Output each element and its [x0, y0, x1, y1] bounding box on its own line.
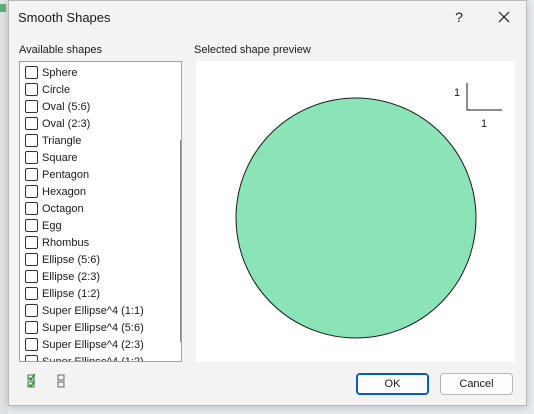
- available-shapes-label: Available shapes: [19, 44, 102, 56]
- scale-x-label: 1: [481, 118, 487, 130]
- help-button[interactable]: ?: [439, 1, 479, 33]
- shape-label: Ellipse (2:3): [42, 270, 101, 283]
- scale-y-label: 1: [454, 87, 460, 99]
- shape-checkbox[interactable]: [25, 83, 38, 96]
- shape-checkbox[interactable]: [25, 134, 38, 147]
- shape-checkbox[interactable]: [25, 338, 38, 351]
- shape-label: Super Ellipse^4 (1:1): [42, 304, 144, 317]
- shape-checkbox[interactable]: [25, 219, 38, 232]
- shape-list-item[interactable]: Ellipse (5:6): [25, 251, 165, 268]
- shape-label: Sphere: [42, 66, 78, 79]
- shape-list-item[interactable]: Super Ellipse^4 (5:6): [25, 319, 165, 336]
- title-bar[interactable]: Smooth Shapes ?: [9, 1, 526, 33]
- shape-label: Circle: [42, 83, 71, 96]
- shape-label: Hexagon: [42, 185, 87, 198]
- scrollbar-thumb[interactable]: [180, 140, 181, 342]
- shape-list-item[interactable]: Circle: [25, 81, 165, 98]
- shape-list-item[interactable]: Hexagon: [25, 183, 165, 200]
- shape-list-item[interactable]: Square: [25, 149, 165, 166]
- shape-label: Triangle: [42, 134, 82, 147]
- shape-label: Egg: [42, 219, 62, 232]
- shape-list-item[interactable]: Rhombus: [25, 234, 165, 251]
- shape-label: Square: [42, 151, 78, 164]
- shape-checkbox[interactable]: [25, 66, 38, 79]
- shape-list-item[interactable]: Sphere: [25, 64, 165, 81]
- shape-checkbox[interactable]: [25, 168, 38, 181]
- shape-list-item[interactable]: Ellipse (2:3): [25, 268, 165, 285]
- shape-label: Oval (2:3): [42, 117, 91, 130]
- shape-label: Pentagon: [42, 168, 90, 181]
- shape-checkbox[interactable]: [25, 185, 38, 198]
- shape-list-item[interactable]: Super Ellipse^4 (1:2): [25, 353, 165, 362]
- shape-list-item[interactable]: Ellipse (1:2): [25, 285, 165, 302]
- shape-list-item[interactable]: Super Ellipse^4 (1:1): [25, 302, 165, 319]
- check-all-icon: [27, 373, 36, 388]
- close-icon: [498, 11, 510, 23]
- shape-checkbox[interactable]: [25, 287, 38, 300]
- background-window: [0, 0, 8, 414]
- shape-list-item[interactable]: Oval (5:6): [25, 98, 165, 115]
- cancel-button[interactable]: Cancel: [440, 373, 513, 395]
- shape-checkbox[interactable]: [25, 253, 38, 266]
- check-all-button[interactable]: [26, 373, 40, 389]
- preview-canvas: 1 1: [235, 83, 502, 339]
- dialog-title: Smooth Shapes: [18, 10, 111, 25]
- shape-preview: 1 1: [196, 61, 515, 362]
- close-button[interactable]: [484, 1, 524, 33]
- shape-label: Rhombus: [42, 236, 90, 249]
- shape-label: Oval (5:6): [42, 100, 91, 113]
- shape-label: Super Ellipse^4 (1:2): [42, 355, 144, 362]
- shape-list-item[interactable]: Oval (2:3): [25, 115, 165, 132]
- smooth-shapes-dialog: Smooth Shapes ? Available shapes Selecte…: [8, 0, 527, 406]
- shape-list-item[interactable]: Super Ellipse^4 (2:3): [25, 336, 165, 353]
- shape-checkbox[interactable]: [25, 304, 38, 317]
- shape-label: Ellipse (1:2): [42, 287, 101, 300]
- shape-label: Octagon: [42, 202, 84, 215]
- shape-checkbox[interactable]: [25, 202, 38, 215]
- ok-button[interactable]: OK: [356, 373, 429, 395]
- shape-label: Ellipse (5:6): [42, 253, 101, 266]
- shape-list-item[interactable]: Egg: [25, 217, 165, 234]
- shape-list-item[interactable]: Pentagon: [25, 166, 165, 183]
- shape-list[interactable]: Sphere Circle Oval (5:6) Oval (2:3) Triangle…: [19, 61, 182, 362]
- shape-checkbox[interactable]: [25, 236, 38, 249]
- preview-label: Selected shape preview: [194, 44, 311, 56]
- shape-checkbox[interactable]: [25, 100, 38, 113]
- scale-indicator: [466, 83, 502, 111]
- shape-list-item[interactable]: Triangle: [25, 132, 165, 149]
- uncheck-all-icon: [57, 374, 65, 388]
- uncheck-all-button[interactable]: [55, 373, 69, 389]
- preview-shape: [235, 97, 477, 339]
- shape-label: Super Ellipse^4 (5:6): [42, 321, 144, 334]
- shape-checkbox[interactable]: [25, 355, 38, 361]
- shape-label: Super Ellipse^4 (2:3): [42, 338, 144, 351]
- background-artifact: [0, 4, 6, 12]
- shape-list-item[interactable]: Octagon: [25, 200, 165, 217]
- shape-checkbox[interactable]: [25, 117, 38, 130]
- shape-checkbox[interactable]: [25, 270, 38, 283]
- shape-checkbox[interactable]: [25, 321, 38, 334]
- shape-checkbox[interactable]: [25, 151, 38, 164]
